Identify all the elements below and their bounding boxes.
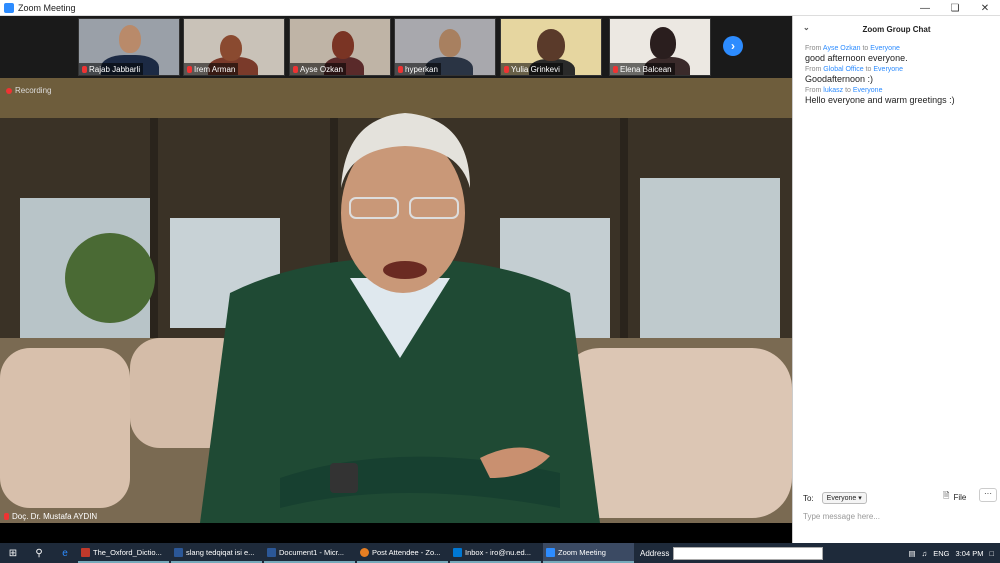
word-app-icon [174, 547, 183, 557]
muted-mic-icon [613, 65, 618, 73]
participant-tile[interactable]: Elena Balcean [609, 18, 711, 76]
to-label: To: [803, 493, 814, 503]
message-input[interactable]: Type message here... [803, 512, 880, 521]
zoom-app-icon [546, 547, 555, 557]
chat-panel: ⌄ Zoom Group Chat From Ayse Ozkan to Eve… [792, 16, 1000, 543]
address-label: Address [640, 548, 670, 558]
file-button[interactable]: 🗎 File [943, 490, 966, 504]
recording-label: Recording [15, 86, 52, 95]
to-word: to [865, 66, 872, 73]
record-dot-icon [6, 87, 12, 94]
minimize-icon[interactable]: — [910, 0, 940, 16]
close-icon[interactable]: ✕ [970, 0, 1000, 16]
chat-message: From Ayse Ozkan to Everyone good afterno… [793, 45, 1000, 63]
participant-tile[interactable]: Rajab Jabbarli [78, 18, 180, 76]
message-text: Goodafternoon :) [805, 74, 874, 84]
participant-gallery: Rajab Jabbarli Irem Arman Aysе Ozkan hyp… [0, 16, 792, 78]
notifications-icon[interactable]: □ [989, 549, 994, 558]
message-sender[interactable]: Global Office [823, 66, 863, 73]
muted-mic-icon [187, 65, 192, 73]
muted-mic-icon [398, 65, 403, 73]
pdf-app-icon [81, 547, 90, 557]
muted-mic-icon [293, 65, 298, 73]
muted-mic-icon [4, 513, 9, 520]
taskbar-app-label: Zoom Meeting [558, 547, 606, 557]
file-icon: 🗎 [943, 491, 950, 500]
muted-mic-icon [504, 65, 509, 73]
search-icon[interactable]: ⚲ [26, 543, 52, 563]
from-prefix: From [805, 87, 822, 94]
word-app-icon [267, 547, 276, 557]
chevron-down-icon[interactable]: ⌄ [803, 23, 810, 32]
participant-name: Elena Balcean [620, 64, 672, 74]
taskbar-app[interactable]: slang tedqiqat isi e... [171, 543, 262, 563]
chat-header: ⌄ Zoom Group Chat [793, 16, 1000, 42]
chat-message: From Global Office to Everyone Goodafter… [793, 66, 1000, 84]
chevron-right-icon: › [731, 39, 735, 53]
active-speaker-video: Recording Doç. Dr. Mustafa AYDIN [0, 78, 792, 523]
taskbar-app-label: slang tedqiqat isi e... [186, 547, 255, 557]
participant-name: hyperkan [405, 64, 438, 74]
window-title: Zoom Meeting [18, 2, 76, 13]
recipient-row: To: Everyone ▾ 🗎 File ··· [803, 488, 997, 506]
clock[interactable]: 3:04 PM [956, 549, 984, 558]
participant-name: Aysе Ozkan [300, 64, 343, 74]
next-page-button[interactable]: › [723, 36, 743, 56]
taskbar-app[interactable]: The_Oxford_Dictio... [78, 543, 169, 563]
taskbar-app[interactable]: Zoom Meeting [543, 543, 634, 563]
message-recipient[interactable]: Everyone [873, 66, 903, 73]
restore-icon[interactable]: ❏ [940, 0, 970, 16]
message-recipient[interactable]: Everyone [853, 87, 883, 94]
chat-message: From lukasz to Everyone Hello everyone a… [793, 87, 1000, 105]
system-tray: ▤ ♫ ENG 3:04 PM □ [909, 543, 1000, 563]
participant-tile[interactable]: Yulia Grinkevi [500, 18, 602, 76]
speaker-name: Doç. Dr. Mustafa AYDIN [12, 512, 98, 521]
participant-name: Rajab Jabbarli [89, 64, 141, 74]
windows-start-icon[interactable]: ⊞ [0, 543, 26, 563]
message-sender[interactable]: Ayse Ozkan [823, 45, 861, 52]
more-options-button[interactable]: ··· [979, 488, 997, 502]
from-prefix: From [805, 45, 822, 52]
speaker-name-tag: Doç. Dr. Mustafa AYDIN [4, 512, 97, 521]
edge-browser-icon[interactable]: e [52, 543, 78, 563]
taskbar-app[interactable]: Post Attendee - Zo... [357, 543, 448, 563]
recipient-value: Everyone [826, 495, 857, 502]
recipient-select[interactable]: Everyone ▾ [821, 492, 867, 504]
taskbar-app[interactable]: Inbox - iro@nu.ed... [450, 543, 541, 563]
chat-title: Zoom Group Chat [862, 24, 931, 34]
taskbar-app-label: Post Attendee - Zo... [372, 547, 441, 557]
message-recipient[interactable]: Everyone [870, 45, 900, 52]
participant-name: Irem Arman [194, 64, 236, 74]
volume-icon[interactable]: ♫ [922, 549, 928, 558]
recording-indicator: Recording [6, 86, 51, 95]
participant-tile[interactable]: Aysе Ozkan [289, 18, 391, 76]
window-controls: — ❏ ✕ [910, 0, 1000, 16]
taskbar-app[interactable]: Document1 - Micr... [264, 543, 355, 563]
to-word: to [862, 45, 869, 52]
muted-mic-icon [82, 65, 87, 73]
taskbar-app-label: Document1 - Micr... [279, 547, 345, 557]
title-bar: Zoom Meeting — ❏ ✕ [0, 0, 1000, 16]
speaker-video-frame [0, 78, 792, 523]
message-sender[interactable]: lukasz [823, 87, 843, 94]
address-input[interactable] [673, 546, 824, 560]
taskbar-app-label: The_Oxford_Dictio... [93, 547, 162, 557]
participant-name: Yulia Grinkevi [511, 64, 560, 74]
chrome-app-icon [360, 547, 369, 557]
participant-tile[interactable]: hyperkan [394, 18, 496, 76]
message-text: good afternoon everyone. [805, 53, 908, 63]
to-word: to [845, 87, 851, 94]
language-indicator[interactable]: ENG [933, 549, 949, 558]
outlook-app-icon [453, 547, 462, 557]
message-text: Hello everyone and warm greetings :) [805, 95, 955, 105]
taskbar-app-label: Inbox - iro@nu.ed... [465, 547, 531, 557]
zoom-app-icon [4, 2, 14, 13]
network-icon[interactable]: ▤ [909, 549, 916, 558]
windows-taskbar: ⊞ ⚲ e The_Oxford_Dictio... slang tedqiqa… [0, 543, 1000, 563]
from-prefix: From [805, 66, 822, 73]
participant-tile[interactable]: Irem Arman [183, 18, 285, 76]
file-label: File [953, 492, 967, 502]
